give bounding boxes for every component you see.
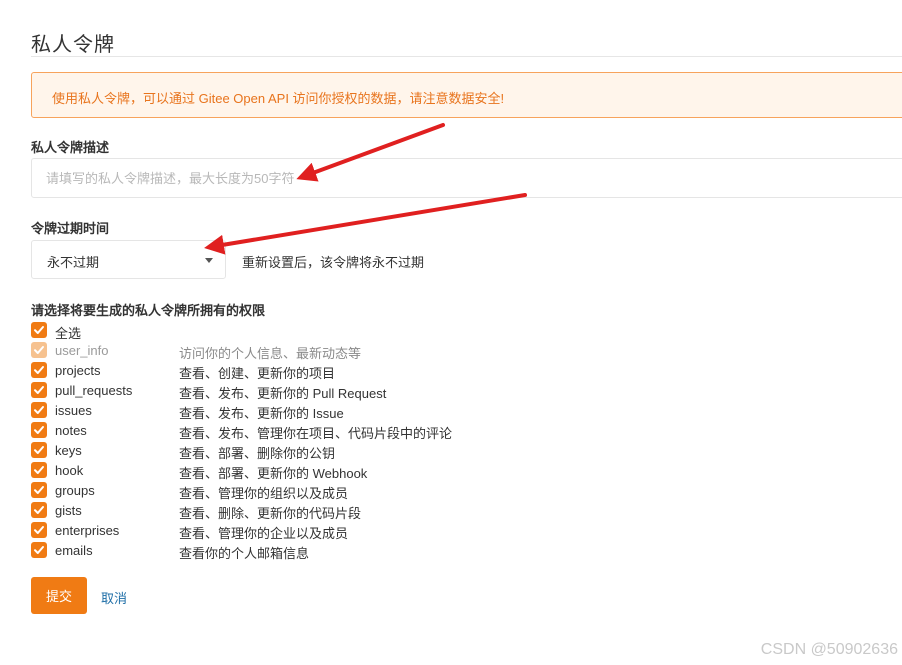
annotation-arrows	[204, 123, 527, 255]
watermark: CSDN @50902636	[760, 641, 898, 658]
annotation-arrow	[296, 123, 445, 182]
annotation-arrow	[204, 193, 527, 255]
